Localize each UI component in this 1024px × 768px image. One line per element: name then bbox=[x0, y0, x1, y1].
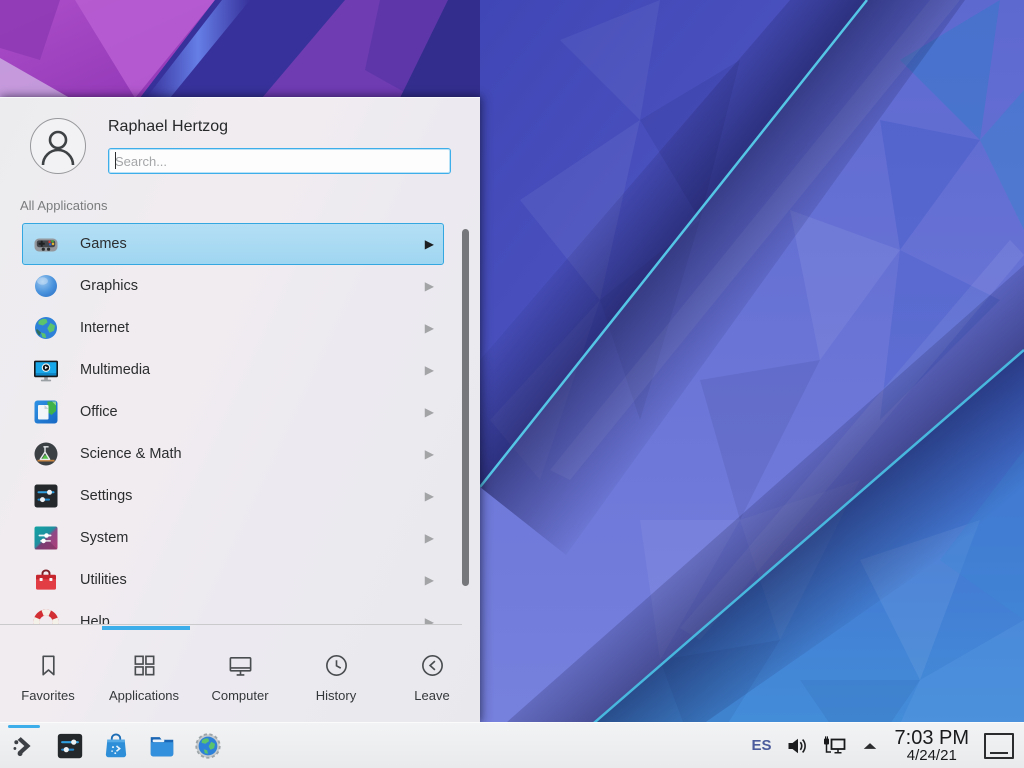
tab-label: Applications bbox=[109, 688, 179, 703]
section-label: All Applications bbox=[20, 198, 107, 213]
expand-tray-icon[interactable] bbox=[860, 736, 880, 756]
menu-item-label: Internet bbox=[80, 320, 129, 336]
search-input[interactable] bbox=[108, 148, 451, 174]
submenu-arrow-icon: ▶ bbox=[425, 490, 434, 502]
submenu-arrow-icon: ▶ bbox=[425, 280, 434, 292]
submenu-arrow-icon: ▶ bbox=[425, 322, 434, 334]
keyboard-layout-indicator[interactable]: ES bbox=[752, 737, 772, 754]
menu-item-science-math[interactable]: Science & Math ▶ bbox=[22, 433, 444, 475]
tab-leave[interactable]: Leave bbox=[384, 631, 480, 723]
user-name: Raphael Hertzog bbox=[108, 118, 228, 136]
application-launcher-popup: Raphael Hertzog All Applications bbox=[0, 97, 480, 723]
discover-icon[interactable] bbox=[101, 731, 131, 761]
submenu-arrow-icon: ▶ bbox=[425, 448, 434, 460]
menu-item-help[interactable]: Help ▶ bbox=[22, 601, 444, 624]
multimedia-icon bbox=[32, 356, 60, 384]
clock-time: 7:03 PM bbox=[895, 728, 969, 748]
menu-item-games[interactable]: Games ▶ bbox=[22, 223, 444, 265]
submenu-arrow-icon: ▶ bbox=[425, 532, 434, 544]
menu-item-label: Help bbox=[80, 614, 110, 624]
launcher-active-indicator bbox=[8, 725, 40, 728]
clock-date: 4/24/21 bbox=[895, 748, 969, 763]
text-caret bbox=[115, 152, 116, 169]
help-icon bbox=[32, 608, 60, 624]
favorites-icon bbox=[35, 652, 62, 679]
tab-label: Favorites bbox=[21, 688, 74, 703]
menu-item-utilities[interactable]: Utilities ▶ bbox=[22, 559, 444, 601]
settings-icon bbox=[32, 482, 60, 510]
separator bbox=[0, 624, 462, 625]
menu-item-label: Multimedia bbox=[80, 362, 150, 378]
menu-item-label: Settings bbox=[80, 488, 132, 504]
browser-icon[interactable] bbox=[193, 731, 223, 761]
menu-item-label: Science & Math bbox=[80, 446, 182, 462]
submenu-arrow-icon: ▶ bbox=[425, 364, 434, 376]
tab-history[interactable]: History bbox=[288, 631, 384, 723]
submenu-arrow-icon: ▶ bbox=[425, 574, 434, 586]
tab-label: Leave bbox=[414, 688, 449, 703]
games-icon bbox=[32, 230, 60, 258]
taskbar-app-icons bbox=[0, 731, 223, 761]
active-tab-indicator bbox=[102, 626, 190, 630]
menu-item-multimedia[interactable]: Multimedia ▶ bbox=[22, 349, 444, 391]
desktop: Raphael Hertzog All Applications bbox=[0, 0, 1024, 768]
graphics-icon bbox=[32, 272, 60, 300]
list-scrollbar[interactable] bbox=[462, 229, 469, 586]
application-category-list: Games ▶ Graphics ▶ bbox=[0, 223, 480, 624]
system-icon bbox=[32, 524, 60, 552]
science-icon bbox=[32, 440, 60, 468]
tab-applications[interactable]: Applications bbox=[96, 631, 192, 723]
menu-item-office[interactable]: Office ▶ bbox=[22, 391, 444, 433]
menu-item-label: System bbox=[80, 530, 128, 546]
menu-item-system[interactable]: System ▶ bbox=[22, 517, 444, 559]
menu-item-label: Utilities bbox=[80, 572, 127, 588]
kickoff-icon[interactable] bbox=[9, 731, 39, 761]
menu-item-label: Games bbox=[80, 236, 127, 252]
computer-icon bbox=[227, 652, 254, 679]
history-icon bbox=[323, 652, 350, 679]
system-settings-icon[interactable] bbox=[55, 731, 85, 761]
show-desktop-button[interactable] bbox=[984, 733, 1014, 759]
tab-favorites[interactable]: Favorites bbox=[0, 631, 96, 723]
launcher-tab-bar: Favorites Applications C bbox=[0, 631, 480, 723]
volume-icon[interactable] bbox=[785, 734, 809, 758]
menu-item-label: Office bbox=[80, 404, 118, 420]
office-icon bbox=[32, 398, 60, 426]
menu-item-label: Graphics bbox=[80, 278, 138, 294]
submenu-arrow-icon: ▶ bbox=[425, 406, 434, 418]
digital-clock[interactable]: 7:03 PM 4/24/21 bbox=[895, 728, 969, 764]
menu-item-graphics[interactable]: Graphics ▶ bbox=[22, 265, 444, 307]
user-icon bbox=[39, 127, 77, 167]
system-tray: ES 7:03 PM 4/24/21 bbox=[752, 728, 1024, 764]
tab-label: Computer bbox=[211, 688, 268, 703]
menu-item-settings[interactable]: Settings ▶ bbox=[22, 475, 444, 517]
internet-icon bbox=[32, 314, 60, 342]
user-avatar[interactable] bbox=[30, 118, 86, 174]
tab-label: History bbox=[316, 688, 356, 703]
applications-icon bbox=[131, 652, 158, 679]
leave-icon bbox=[419, 652, 446, 679]
submenu-arrow-icon: ▶ bbox=[425, 238, 434, 250]
menu-item-internet[interactable]: Internet ▶ bbox=[22, 307, 444, 349]
taskbar-panel: ES 7:03 PM 4/24/21 bbox=[0, 722, 1024, 768]
tab-computer[interactable]: Computer bbox=[192, 631, 288, 723]
submenu-arrow-icon: ▶ bbox=[425, 616, 434, 624]
utilities-icon bbox=[32, 566, 60, 594]
dolphin-icon[interactable] bbox=[147, 731, 177, 761]
network-icon[interactable] bbox=[822, 734, 847, 758]
